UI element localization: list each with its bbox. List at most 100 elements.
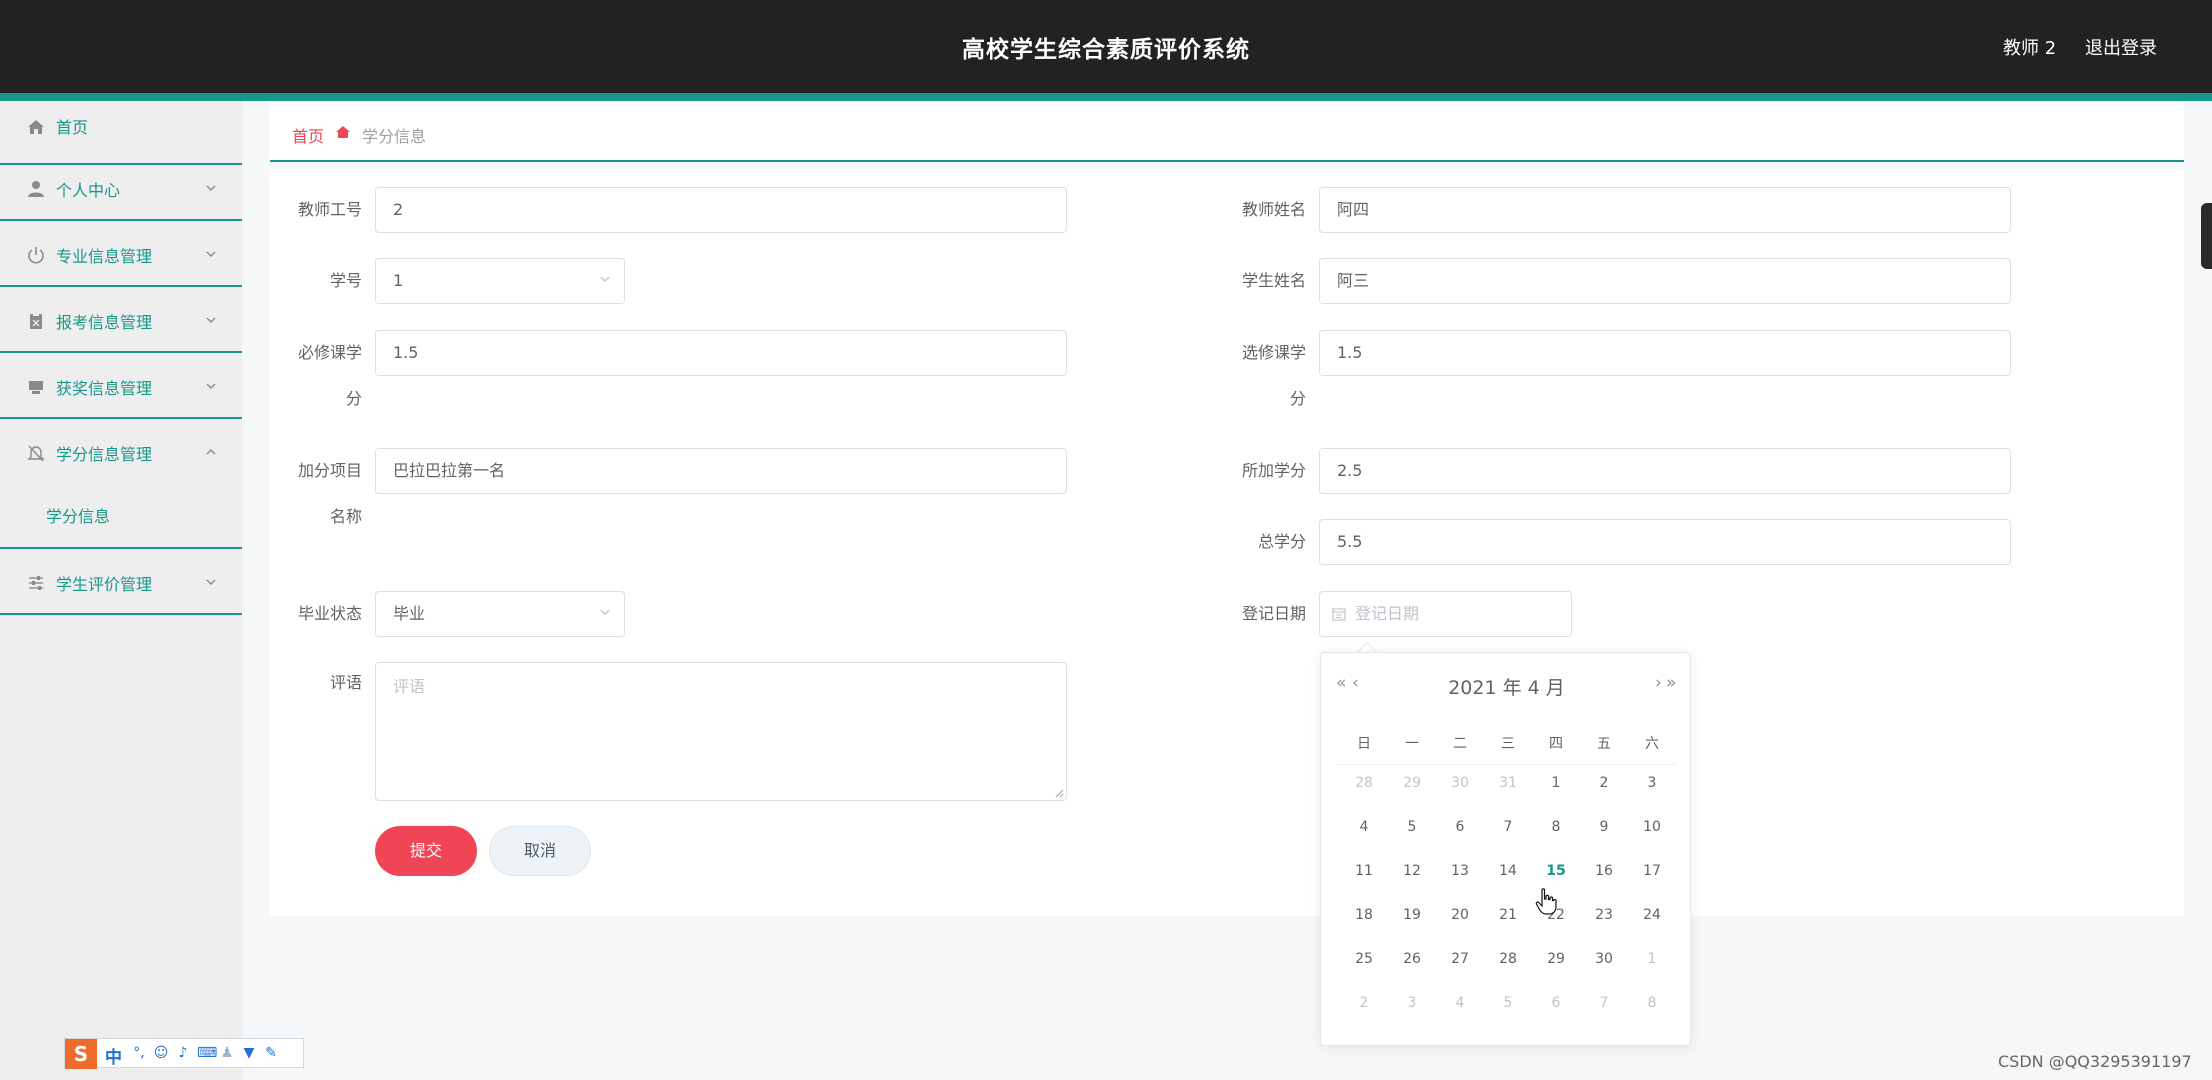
bonus-item-label-line1: 加分项目 <box>297 461 362 480</box>
calendar-day[interactable]: 29 <box>1532 944 1580 974</box>
wrench-icon[interactable]: ✎ <box>263 1045 279 1061</box>
calendar-day[interactable]: 4 <box>1436 988 1484 1018</box>
calendar-day[interactable]: 30 <box>1436 768 1484 798</box>
resize-grip-icon[interactable] <box>1054 788 1064 798</box>
calendar-day[interactable]: 2 <box>1580 768 1628 798</box>
keyboard-icon[interactable]: ⌨ <box>197 1045 217 1061</box>
calendar-day[interactable]: 5 <box>1388 812 1436 842</box>
calendar-day[interactable]: 27 <box>1436 944 1484 974</box>
bonus-item-label-line2: 名称 <box>329 507 362 526</box>
grad-status-select[interactable]: 毕业 <box>375 591 625 637</box>
calendar-day[interactable]: 20 <box>1436 900 1484 930</box>
next-year-button[interactable]: » <box>1666 673 1677 693</box>
calendar-day[interactable]: 17 <box>1628 856 1676 886</box>
skin-icon[interactable]: ▼ <box>241 1045 257 1061</box>
calendar-day[interactable]: 7 <box>1580 988 1628 1018</box>
calendar-day[interactable]: 13 <box>1436 856 1484 886</box>
bonus-credit-label: 所加学分 <box>1241 461 1306 480</box>
calendar-day[interactable]: 3 <box>1388 988 1436 1018</box>
calendar-day[interactable]: 28 <box>1484 944 1532 974</box>
bonus-credit-input[interactable]: 2.5 <box>1319 448 2011 494</box>
comment-placeholder: 评语 <box>393 677 426 696</box>
bonus-item-input[interactable]: 巴拉巴拉第一名 <box>375 448 1067 494</box>
calendar-day[interactable]: 1 <box>1628 944 1676 974</box>
next-month-button[interactable]: › <box>1655 673 1662 693</box>
comment-textarea[interactable]: 评语 <box>375 662 1067 801</box>
sidebar-item-label: 个人中心 <box>56 181 121 200</box>
sidebar-subitem-credit-info[interactable]: 学分信息 <box>0 485 242 549</box>
punctuation-icon[interactable]: °, <box>131 1045 147 1061</box>
calendar-day[interactable]: 2 <box>1340 988 1388 1018</box>
calendar-day[interactable]: 26 <box>1388 944 1436 974</box>
home-icon <box>336 126 350 138</box>
reg-date-input[interactable]: 登记日期 <box>1319 591 1572 637</box>
calendar-day[interactable]: 12 <box>1388 856 1436 886</box>
hand-cursor-icon <box>1535 888 1557 915</box>
side-scroll-handle[interactable] <box>2201 203 2212 269</box>
calendar-day[interactable]: 7 <box>1484 812 1532 842</box>
student-id-select[interactable]: 1 <box>375 258 625 304</box>
sidebar-item-label: 学生评价管理 <box>56 575 153 594</box>
user-icon[interactable]: ♟ <box>219 1045 235 1061</box>
ime-toolbar[interactable]: S 中 °, ☺ ♪ ⌨ ♟ ▼ ✎ <box>64 1038 304 1069</box>
calendar-day[interactable]: 6 <box>1532 988 1580 1018</box>
calendar-day[interactable]: 8 <box>1628 988 1676 1018</box>
student-name-label: 学生姓名 <box>1241 271 1306 290</box>
required-credit-input[interactable]: 1.5 <box>375 330 1067 376</box>
calendar-day[interactable]: 19 <box>1388 900 1436 930</box>
microphone-icon[interactable]: ♪ <box>175 1045 191 1061</box>
calendar-day[interactable]: 30 <box>1580 944 1628 974</box>
calendar-day[interactable]: 21 <box>1484 900 1532 930</box>
current-user: 教师 2 <box>2003 38 2057 59</box>
sidebar-item-exam-management[interactable]: 报考信息管理 <box>0 287 242 353</box>
student-id-value: 1 <box>393 271 404 290</box>
elective-credit-label-line2: 分 <box>1289 389 1306 408</box>
emoji-icon[interactable]: ☺ <box>153 1045 169 1061</box>
teacher-name-input[interactable]: 阿四 <box>1319 187 2011 233</box>
calendar-day-today[interactable]: 15 <box>1532 856 1580 886</box>
calendar-day[interactable]: 25 <box>1340 944 1388 974</box>
logout-link[interactable]: 退出登录 <box>2085 34 2157 60</box>
sidebar-item-personal-center[interactable]: 个人中心 <box>0 155 242 221</box>
breadcrumb-home[interactable]: 首页 <box>292 123 324 147</box>
calendar-day[interactable]: 4 <box>1340 812 1388 842</box>
chevron-down-icon <box>600 276 610 282</box>
sidebar-item-evaluation-management[interactable]: 学生评价管理 <box>0 549 242 615</box>
chevron-down-icon <box>206 383 216 389</box>
sidebar-item-major-management[interactable]: 专业信息管理 <box>0 221 242 287</box>
submit-button[interactable]: 提交 <box>375 826 477 876</box>
student-name-input[interactable]: 阿三 <box>1319 258 2011 304</box>
calendar-day[interactable]: 28 <box>1340 768 1388 798</box>
calendar-day[interactable]: 14 <box>1484 856 1532 886</box>
calendar-day[interactable]: 9 <box>1580 812 1628 842</box>
weekday-header: 六 <box>1645 736 1659 752</box>
chevron-down-icon <box>206 579 216 585</box>
calendar-day[interactable]: 24 <box>1628 900 1676 930</box>
sidebar-item-award-management[interactable]: 获奖信息管理 <box>0 353 242 419</box>
calendar-day[interactable]: 8 <box>1532 812 1580 842</box>
calendar-day[interactable]: 31 <box>1484 768 1532 798</box>
total-credit-input[interactable]: 5.5 <box>1319 519 2011 565</box>
calendar-day[interactable]: 18 <box>1340 900 1388 930</box>
calendar-day[interactable]: 10 <box>1628 812 1676 842</box>
chevron-down-icon <box>206 185 216 191</box>
required-credit-label-line2: 分 <box>345 389 362 408</box>
teacher-id-input[interactable]: 2 <box>375 187 1067 233</box>
total-credit-label: 总学分 <box>1257 532 1306 551</box>
home-icon <box>28 120 44 134</box>
calendar-day[interactable]: 29 <box>1388 768 1436 798</box>
calendar-day[interactable]: 16 <box>1580 856 1628 886</box>
cancel-button[interactable]: 取消 <box>489 826 591 876</box>
calendar-day[interactable]: 23 <box>1580 900 1628 930</box>
calendar-day[interactable]: 11 <box>1340 856 1388 886</box>
ime-mode-indicator[interactable]: 中 <box>105 1043 122 1068</box>
sidebar-item-label: 首页 <box>56 118 89 137</box>
calendar-icon <box>1332 608 1346 621</box>
sidebar-item-credit-management[interactable]: 学分信息管理 <box>0 419 242 485</box>
calendar-day[interactable]: 6 <box>1436 812 1484 842</box>
calendar-day[interactable]: 1 <box>1532 768 1580 798</box>
calendar-day[interactable]: 5 <box>1484 988 1532 1018</box>
header-accent-line <box>0 93 2212 101</box>
elective-credit-input[interactable]: 1.5 <box>1319 330 2011 376</box>
calendar-day[interactable]: 3 <box>1628 768 1676 798</box>
